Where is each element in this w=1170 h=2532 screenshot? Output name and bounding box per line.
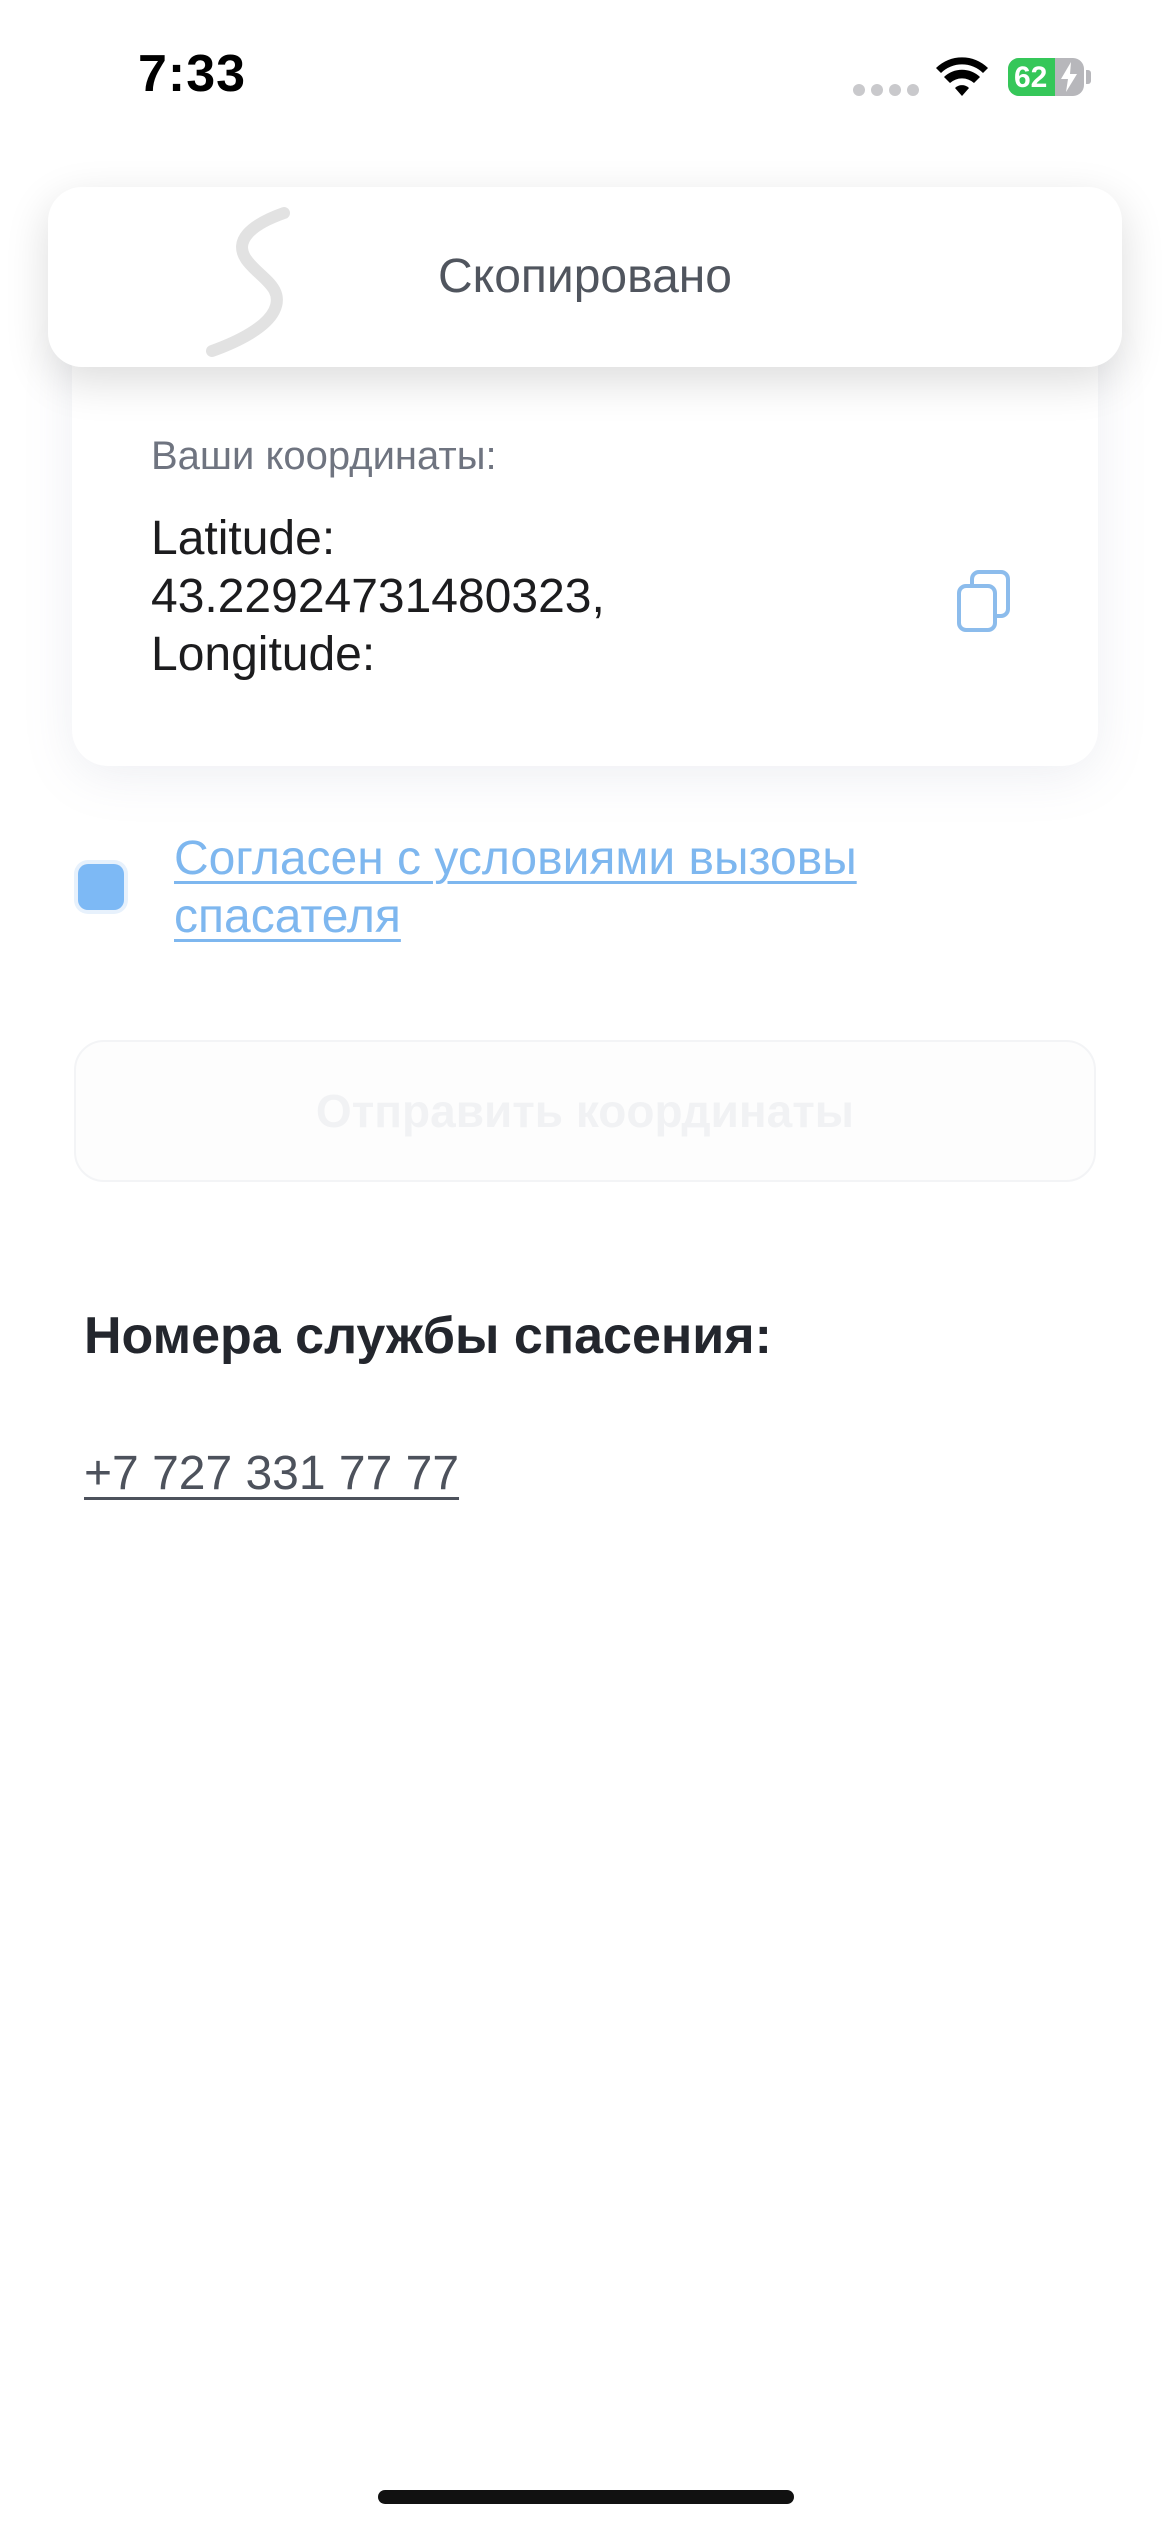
coordinates-label: Ваши координаты: — [151, 434, 497, 478]
toast-message: Скопировано — [438, 250, 732, 303]
battery-tip — [1086, 70, 1091, 84]
battery-percent: 62 — [1014, 61, 1048, 94]
cellular-signal-icon — [853, 84, 919, 96]
status-bar: 7:33 62 — [0, 0, 1170, 150]
copy-coordinates-button[interactable] — [942, 560, 1026, 644]
rescue-phone-link[interactable]: +7 727 331 77 77 — [84, 1446, 459, 1501]
bolt-icon — [1061, 62, 1077, 92]
coordinates-value: Latitude: 43.22924731480323, Longitude: — [151, 512, 605, 681]
agreement-checkbox[interactable] — [78, 864, 124, 910]
agreement-terms-link[interactable]: Согласен с условиями вызовы спасателя — [174, 830, 994, 946]
coordinates-card: Ваши координаты: Latitude: 43.2292473148… — [72, 320, 1098, 766]
send-coordinates-button[interactable]: Отправить координаты — [74, 1040, 1096, 1182]
wifi-icon — [936, 57, 988, 96]
battery-indicator: 62 — [1008, 58, 1084, 96]
copy-icon — [957, 570, 1010, 632]
home-indicator[interactable] — [378, 2490, 794, 2504]
rescue-numbers-heading: Номера службы спасения: — [84, 1307, 772, 1365]
copied-toast: Скопировано — [48, 187, 1122, 367]
status-time: 7:33 — [138, 45, 247, 103]
